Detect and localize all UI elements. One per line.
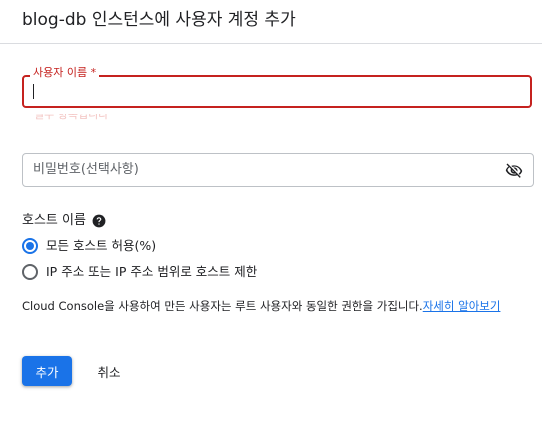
info-message: Cloud Console을 사용하여 만든 사용자는 루트 사용자와 동일한 … [22,299,423,313]
dialog-header: blog-db 인스턴스에 사용자 계정 추가 [0,0,542,44]
password-placeholder: 비밀번호(선택사항) [33,162,139,177]
username-label: 사용자 이름 * [30,66,100,79]
learn-more-link[interactable]: 자세히 알아보기 [423,299,501,313]
info-text: Cloud Console을 사용하여 만든 사용자는 루트 사용자와 동일한 … [22,298,532,314]
radio-restrict-hosts[interactable]: IP 주소 또는 IP 주소 범위로 호스트 제한 [22,263,257,281]
add-button[interactable]: 추가 [22,356,72,386]
radio-label: IP 주소 또는 IP 주소 범위로 호스트 제한 [46,264,258,279]
dialog-title: blog-db 인스턴스에 사용자 계정 추가 [22,10,296,30]
radio-label: 모든 호스트 허용(%) [46,238,157,253]
username-error-text: 필수 항목입니다 [34,108,109,121]
cancel-button[interactable]: 취소 [84,356,134,386]
radio-button[interactable] [22,264,38,280]
help-icon[interactable] [92,214,106,228]
radio-allow-all-hosts[interactable]: 모든 호스트 허용(%) [22,237,156,255]
username-field[interactable] [22,75,532,108]
radio-button-selected[interactable] [22,238,38,254]
text-caret [33,84,34,99]
password-field[interactable]: 비밀번호(선택사항) [22,153,534,187]
host-heading: 호스트 이름 [22,213,106,229]
visibility-off-icon[interactable] [505,162,523,180]
host-heading-label: 호스트 이름 [22,213,86,228]
